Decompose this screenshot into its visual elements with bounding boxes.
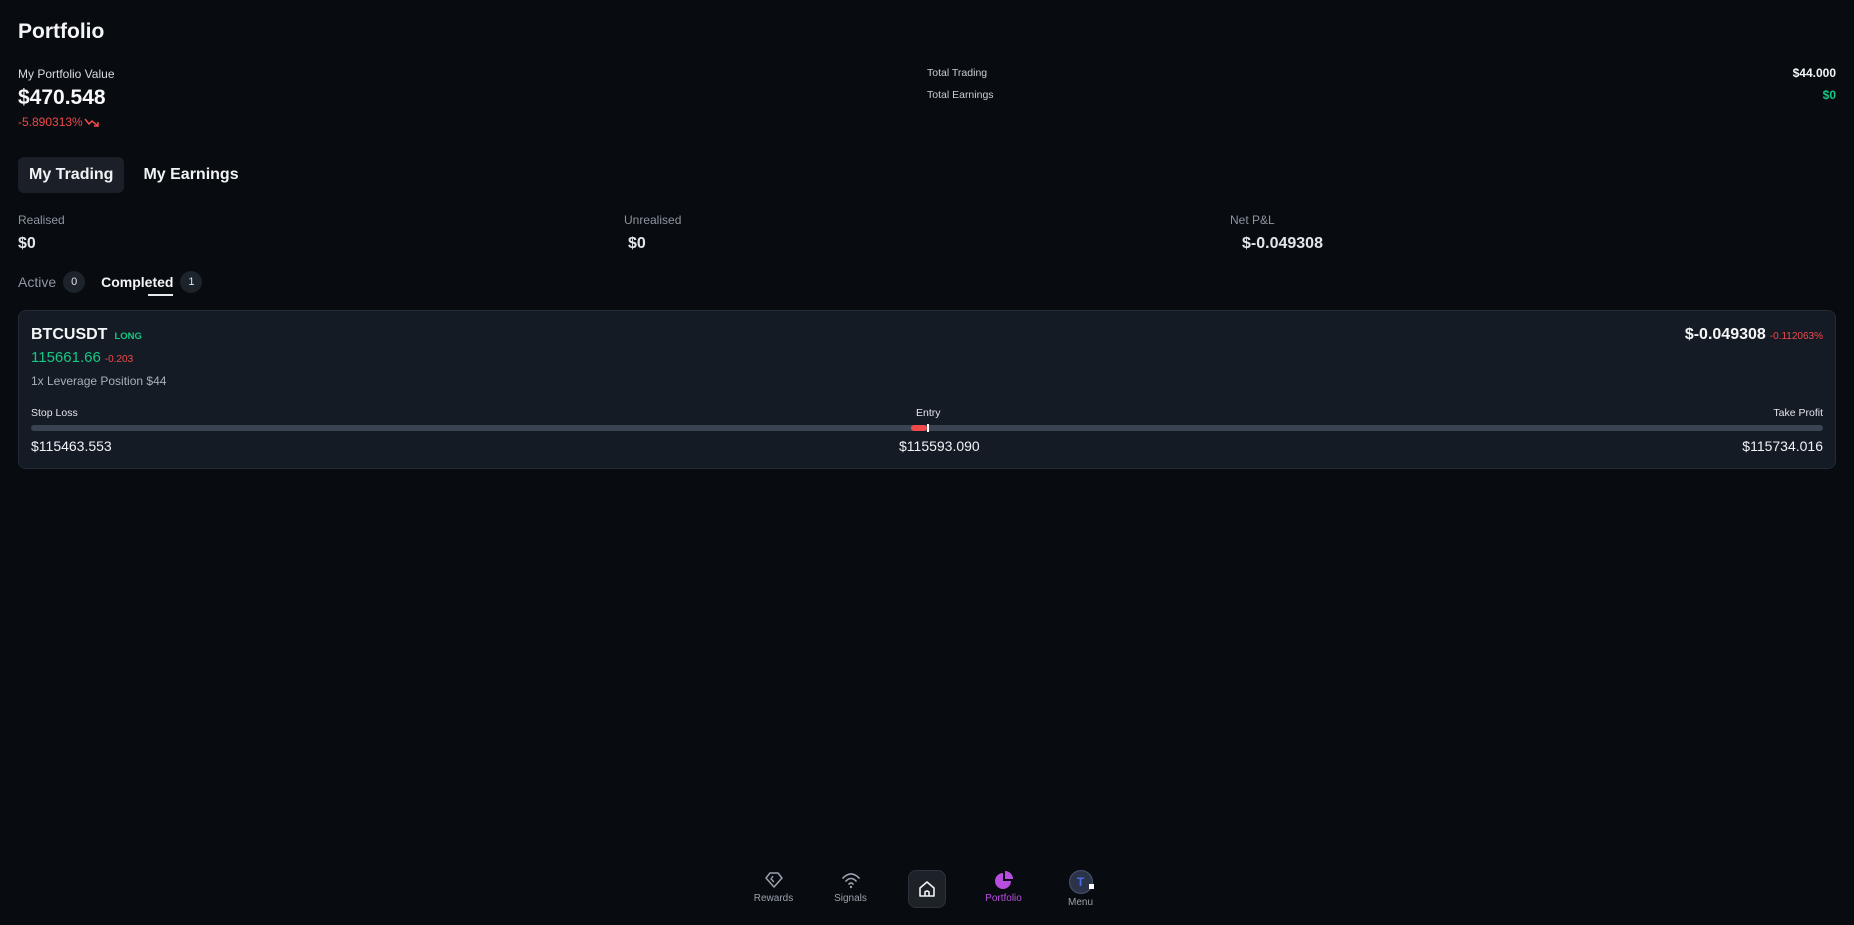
tab-my-trading[interactable]: My Trading — [18, 157, 125, 193]
page-title: Portfolio — [18, 20, 105, 43]
stop-loss-label: Stop Loss — [31, 407, 78, 419]
total-trading-value: $44.000 — [1792, 66, 1836, 80]
take-profit-value: $115734.016 — [1742, 438, 1823, 454]
nav-rewards[interactable]: Rewards — [735, 870, 812, 904]
unrealised-stat: Unrealised $0 — [624, 213, 681, 253]
nav-menu-label: Menu — [1067, 897, 1093, 908]
position-pnl-value: $-0.049308 — [1684, 326, 1766, 343]
wifi-signal-icon — [841, 873, 860, 889]
tab-completed[interactable]: Completed 1 — [101, 271, 203, 296]
entry-value: $115593.090 — [899, 438, 980, 454]
diamond-icon — [764, 872, 783, 888]
realised-value: $0 — [18, 235, 36, 252]
nav-signals-label: Signals — [834, 893, 867, 904]
position-card[interactable]: BTCUSDT LONG 115661.66 -0.203 1x Leverag… — [18, 310, 1836, 469]
position-symbol-row: BTCUSDT LONG — [31, 326, 142, 344]
price-range-fill — [910, 425, 927, 431]
position-status-tabs: Active 0 Completed 1 — [18, 271, 218, 296]
pie-chart-icon — [994, 871, 1013, 889]
portfolio-value-label: My Portfolio Value — [18, 67, 115, 81]
net-pnl-value: $-0.049308 — [1242, 235, 1323, 252]
position-pnl: $-0.049308 -0.112063% — [1685, 326, 1823, 344]
main-tabs: My Trading My Earnings — [18, 157, 250, 193]
home-icon — [919, 881, 935, 897]
avatar-icon: T — [1068, 870, 1094, 894]
nav-rewards-label: Rewards — [753, 893, 794, 904]
nav-portfolio[interactable]: Portfolio — [965, 870, 1042, 904]
entry-label: Entry — [916, 407, 941, 419]
take-profit-label: Take Profit — [1773, 407, 1823, 419]
total-trading-row: Total Trading $44.000 — [927, 66, 1836, 80]
position-pnl-percent: -0.112063% — [1769, 331, 1823, 342]
portfolio-value: $470.548 — [18, 86, 106, 109]
nav-signals[interactable]: Signals — [812, 870, 889, 904]
stop-loss-value: $115463.553 — [31, 438, 112, 454]
position-side-badge: LONG — [114, 331, 142, 342]
net-pnl-label: Net P&L — [1230, 213, 1275, 227]
tab-active-label: Active — [18, 274, 57, 290]
total-earnings-value: $0 — [1822, 88, 1836, 102]
position-symbol: BTCUSDT — [31, 326, 108, 343]
portfolio-page: Portfolio My Portfolio Value $470.548 -5… — [0, 0, 1854, 925]
unrealised-label: Unrealised — [624, 213, 682, 227]
tab-completed-label: Completed — [101, 274, 174, 296]
trend-down-icon — [84, 118, 99, 127]
unrealised-value: $0 — [628, 235, 646, 252]
realised-label: Realised — [18, 213, 65, 227]
position-description: 1x Leverage Position $44 — [31, 374, 167, 388]
position-price-change: -0.203 — [104, 354, 134, 365]
nav-portfolio-label: Portfolio — [985, 893, 1022, 904]
total-earnings-row: Total Earnings $0 — [927, 88, 1836, 102]
tab-my-earnings[interactable]: My Earnings — [132, 157, 249, 193]
bottom-nav: Rewards Signals Portfolio T Menu — [0, 870, 1854, 925]
position-price: 115661.66 — [31, 349, 101, 366]
range-values: $115463.553 $115593.090 $115734.016 — [31, 438, 1823, 454]
tab-completed-count: 1 — [180, 271, 203, 293]
tab-active[interactable]: Active 0 — [18, 271, 86, 293]
net-pnl-stat: Net P&L $-0.049308 — [1230, 213, 1323, 253]
total-trading-label: Total Trading — [927, 67, 988, 79]
position-price-row: 115661.66 -0.203 — [31, 349, 133, 366]
range-labels: Stop Loss Entry Take Profit — [31, 407, 1823, 419]
entry-marker — [927, 424, 929, 432]
realised-stat: Realised $0 — [18, 213, 65, 253]
nav-menu[interactable]: T Menu — [1042, 870, 1119, 908]
total-earnings-label: Total Earnings — [927, 89, 994, 101]
portfolio-change: -5.890313% — [18, 115, 100, 129]
nav-home-button[interactable] — [908, 870, 946, 908]
portfolio-change-value: -5.890313% — [18, 115, 83, 129]
price-range-bar — [31, 424, 1823, 432]
tab-active-count: 0 — [63, 271, 86, 293]
